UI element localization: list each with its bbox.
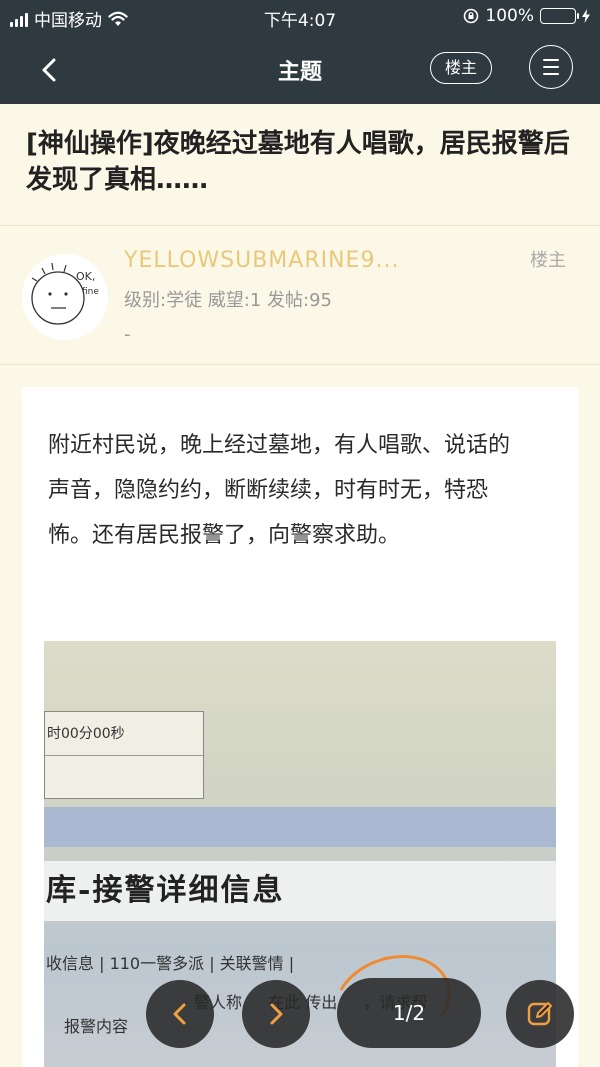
svg-text:fine: fine [82,287,99,297]
svg-text:OK,: OK, [76,270,95,283]
charging-icon [582,9,590,23]
thread-title: [神仙操作]夜晚经过墓地有人唱歌，居民报警后发现了真相…… [26,129,570,195]
op-badge: 楼主 [530,250,566,271]
menu-icon [543,59,559,61]
next-page-button[interactable] [242,980,310,1048]
battery-icon [540,8,579,24]
page-indicator[interactable]: 1/2 [337,978,481,1048]
title-divider [0,225,600,226]
status-right: 100% [463,6,590,26]
post-image[interactable]: 附近村民说，晚上经过墓地，有人唱歌、说话的声音，隐隐约约，断断续续，时有时无，特… [22,387,578,1067]
only-op-button[interactable]: 楼主 [430,52,492,84]
prev-page-button[interactable] [146,980,214,1048]
status-bar: 中国移动 下午4:07 100% [0,0,600,34]
photo-band [44,807,556,847]
chevron-left-icon [173,1003,186,1025]
photo-table-cell: 时00分00秒 [45,712,203,756]
nav-bar: 主题 楼主 [0,34,600,104]
photo-table: 时00分00秒 [44,711,204,799]
author-meta: 级别:学徒 威望:1 发帖:95 [124,290,332,311]
menu-button[interactable] [529,45,573,89]
rotation-lock-icon [464,8,479,24]
author-name[interactable]: YELLOWSUBMARINE9... [124,248,399,273]
author-signature: - [124,324,131,345]
photo-tabs: 收信息 | 110一警多派 | 关联警情 | [46,954,295,973]
author-divider [0,364,600,365]
chevron-right-icon [270,1003,283,1025]
doodle-face-icon: OK, fine [31,262,99,325]
photo-header: 库-接警详细信息 [44,861,556,921]
edit-icon [527,1002,552,1026]
avatar[interactable]: OK, fine [22,254,108,340]
post-image-text: 附近村民说，晚上经过墓地，有人唱歌、说话的声音，隐隐约约，断断续续，时有时无，特… [48,433,511,548]
compose-button[interactable] [506,980,574,1048]
battery-percent: 100% [485,6,534,26]
photo-label: 报警内容 [64,1017,129,1036]
page-title: 主题 [277,60,322,85]
